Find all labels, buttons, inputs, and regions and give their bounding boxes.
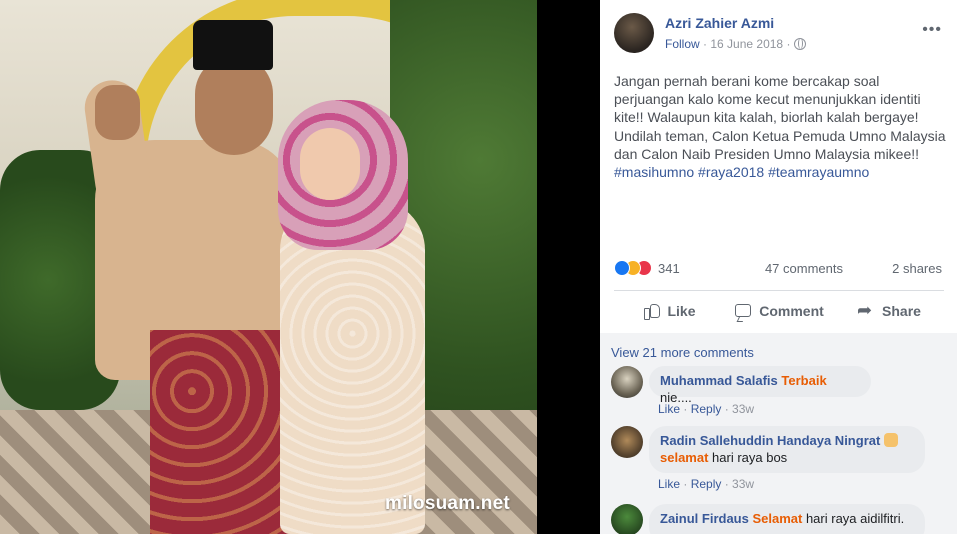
commenter-avatar[interactable]	[611, 366, 643, 398]
like-reaction-icon[interactable]	[614, 260, 630, 276]
post-meta: Follow · 16 June 2018 ·	[665, 37, 806, 51]
comment-tag[interactable]: selamat	[660, 450, 708, 465]
commenter-name[interactable]: Muhammad Salafis	[660, 373, 778, 388]
photo-woman-face	[300, 128, 360, 200]
comment-label: Comment	[759, 303, 824, 319]
comment-actions: Like · Reply · 33w	[658, 402, 755, 416]
reaction-count[interactable]: 341	[658, 261, 680, 276]
photo-songkok	[193, 20, 273, 70]
comments-area: View 21 more comments Muhammad Salafis T…	[600, 333, 957, 534]
author-name[interactable]: Azri Zahier Azmi	[665, 15, 774, 31]
commenter-avatar[interactable]	[611, 504, 643, 534]
comment-time[interactable]: 33w	[732, 477, 754, 491]
photo-watermark: milosuam.net	[385, 493, 510, 514]
meta-separator: ·	[703, 37, 708, 51]
share-icon	[857, 300, 875, 321]
meta-separator-2: ·	[786, 37, 791, 51]
comment-bubble: Zainul Firdaus Selamat hari raya aidilfi…	[649, 504, 925, 534]
globe-icon	[793, 38, 806, 50]
photo-woman	[280, 200, 425, 534]
comment-like-link[interactable]: Like	[658, 477, 680, 491]
comment-reply-link[interactable]: Reply	[691, 477, 722, 491]
comment-tag[interactable]: Selamat	[752, 511, 802, 526]
comments-count[interactable]: 47 comments	[765, 261, 843, 276]
more-icon[interactable]: •••	[922, 21, 942, 39]
comment-actions: Like · Reply · 33w	[658, 477, 755, 491]
post-photo[interactable]: milosuam.net	[0, 0, 537, 534]
comment-text: hari raya bos	[708, 449, 788, 465]
follow-link[interactable]: Follow	[665, 37, 700, 51]
post-panel: Azri Zahier Azmi Follow · 16 June 2018 ·…	[600, 0, 957, 534]
post-text: Jangan pernah berani kome bercakap soal …	[614, 72, 946, 181]
post-header: Azri Zahier Azmi Follow · 16 June 2018 ·…	[614, 13, 944, 53]
share-label: Share	[882, 303, 921, 319]
comment-tag[interactable]: Terbaik	[781, 373, 826, 388]
comment-reply-link[interactable]: Reply	[691, 402, 722, 416]
shares-count[interactable]: 2 shares	[892, 261, 942, 276]
like-label: Like	[667, 303, 696, 319]
post-hashtags[interactable]: #masihumno #raya2018 #teamrayaumno	[614, 164, 869, 180]
commenter-name[interactable]: Radin Sallehuddin Handaya Ningrat	[660, 433, 880, 448]
share-button[interactable]: Share	[834, 294, 944, 328]
commenter-avatar[interactable]	[611, 426, 643, 458]
comment-bubble: Muhammad Salafis Terbaik nie....	[649, 366, 871, 405]
comment-icon	[734, 302, 752, 320]
divider-top	[614, 290, 944, 291]
like-icon	[642, 302, 661, 320]
comment-bubble: Radin Sallehuddin Handaya Ningrat selama…	[649, 426, 925, 473]
clap-emoji-icon	[883, 433, 898, 447]
author-avatar[interactable]	[614, 13, 654, 53]
photo-man-head	[195, 55, 273, 155]
post-actions: Like Comment Share	[614, 294, 944, 328]
comment-text: hari raya aidilfitri.	[802, 511, 905, 526]
photo-man-hand	[95, 85, 140, 140]
view-more-comments-link[interactable]: View 21 more comments	[611, 345, 754, 360]
comment-time[interactable]: 33w	[732, 402, 754, 416]
commenter-name[interactable]: Zainul Firdaus	[660, 511, 749, 526]
post-body: Jangan pernah berani kome bercakap soal …	[614, 73, 946, 162]
comment-like-link[interactable]: Like	[658, 402, 680, 416]
reactions-bar: 341 47 comments 2 shares	[614, 260, 944, 280]
photo-sarong	[150, 330, 290, 534]
comment-button[interactable]: Comment	[724, 294, 834, 328]
like-button[interactable]: Like	[614, 294, 724, 328]
post-date[interactable]: 16 June 2018	[710, 37, 783, 51]
